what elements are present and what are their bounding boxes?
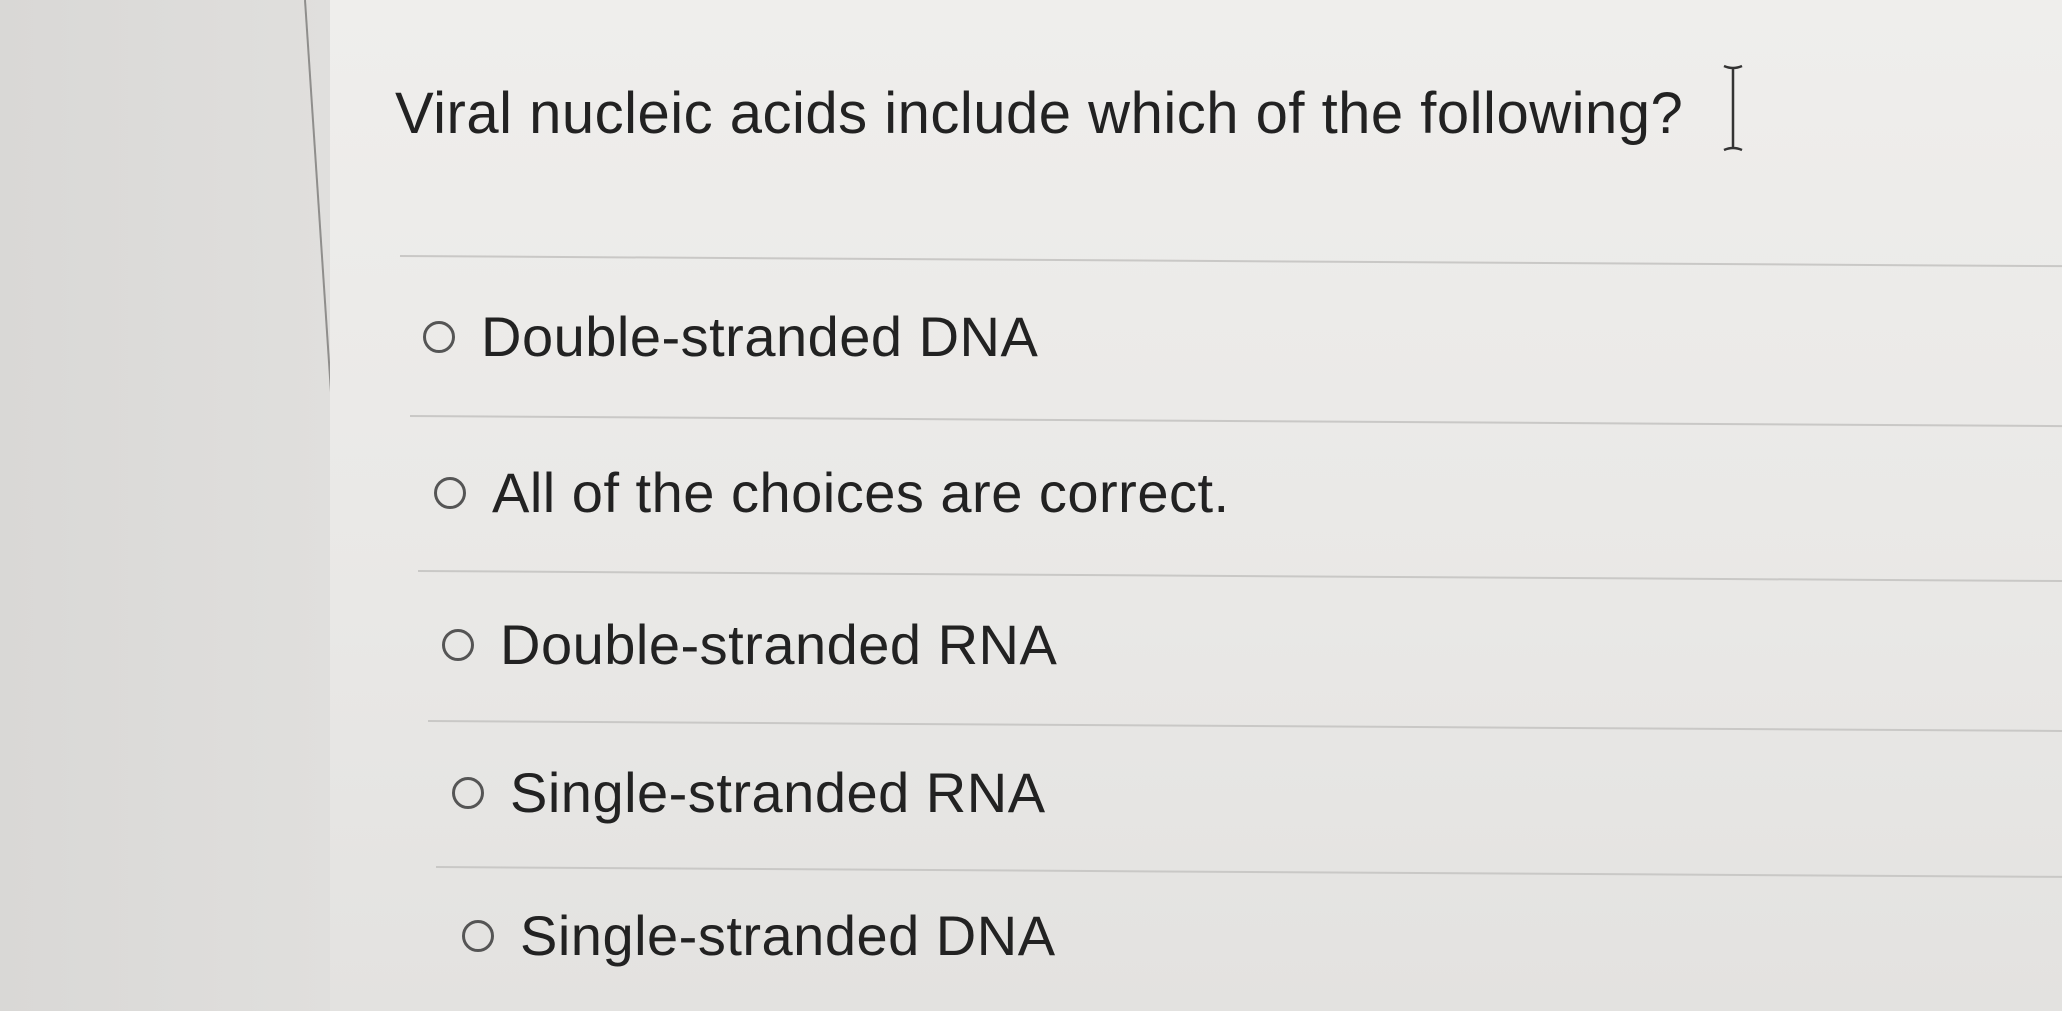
text-cursor-icon bbox=[1718, 62, 1748, 154]
option-label: Double-stranded DNA bbox=[481, 305, 1039, 368]
option-label: Double-stranded RNA bbox=[500, 613, 1058, 676]
quiz-screen: Viral nucleic acids include which of the… bbox=[0, 0, 2062, 1011]
option-double-stranded-dna[interactable]: Double-stranded DNA bbox=[423, 304, 1038, 369]
radio-button-icon[interactable] bbox=[452, 776, 484, 809]
option-single-stranded-dna[interactable]: Single-stranded DNA bbox=[462, 903, 1056, 968]
option-label: Single-stranded RNA bbox=[510, 761, 1046, 824]
radio-button-icon[interactable] bbox=[434, 476, 466, 509]
option-single-stranded-rna[interactable]: Single-stranded RNA bbox=[452, 760, 1046, 825]
option-label: Single-stranded DNA bbox=[520, 904, 1056, 967]
option-double-stranded-rna[interactable]: Double-stranded RNA bbox=[442, 612, 1057, 677]
question-text: Viral nucleic acids include which of the… bbox=[395, 81, 1684, 146]
option-all-of-the-choices[interactable]: All of the choices are correct. bbox=[434, 460, 1230, 525]
radio-button-icon[interactable] bbox=[442, 628, 474, 661]
radio-button-icon[interactable] bbox=[423, 320, 455, 353]
panel-border bbox=[0, 0, 373, 1011]
option-label: All of the choices are correct. bbox=[492, 461, 1230, 524]
radio-button-icon[interactable] bbox=[462, 919, 494, 952]
